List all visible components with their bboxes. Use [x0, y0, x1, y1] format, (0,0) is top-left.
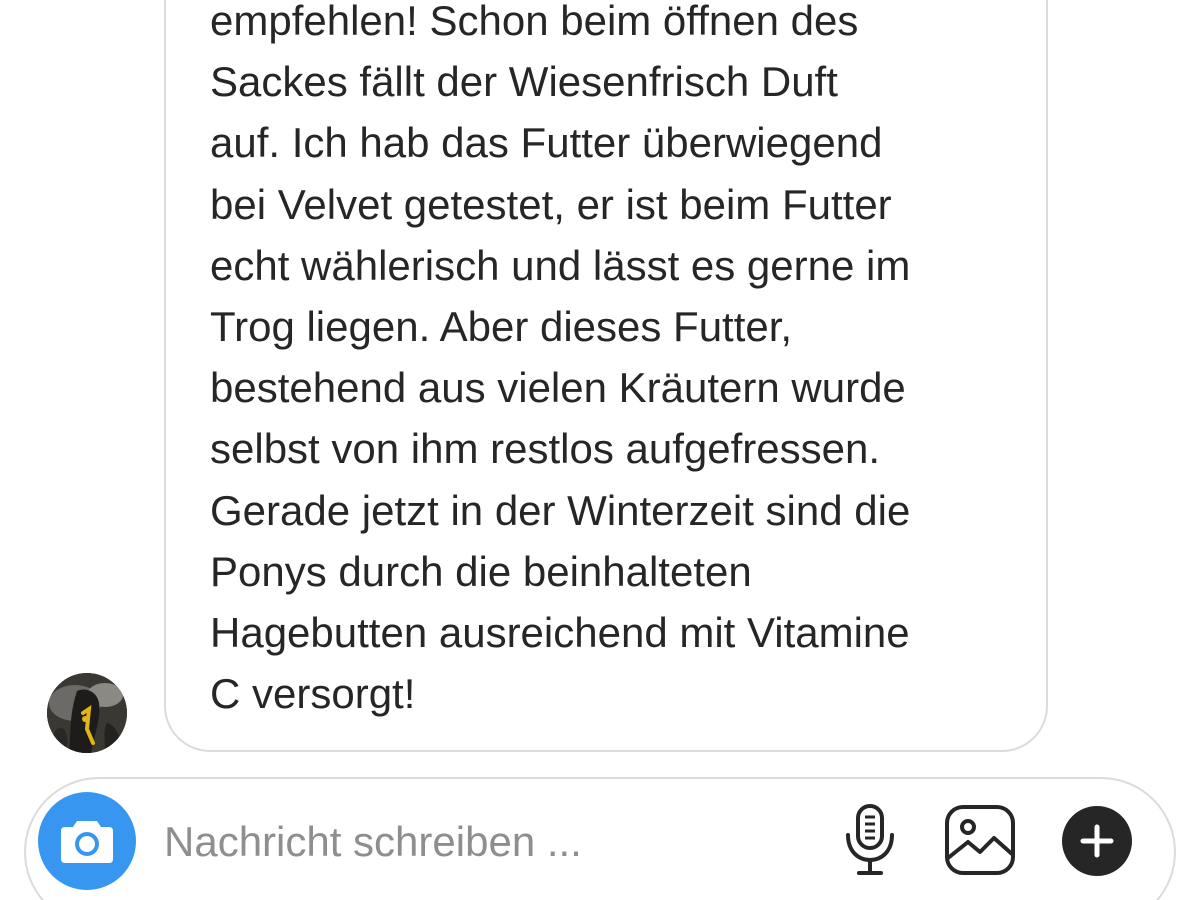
gallery-button[interactable]	[940, 800, 1020, 880]
microphone-button[interactable]	[836, 800, 904, 880]
message-line: echt wählerisch und lässt es gerne im	[210, 241, 911, 289]
message-line: bei Velvet getestet, er ist beim Futter	[210, 180, 892, 228]
message-input[interactable]	[164, 812, 804, 872]
microphone-icon	[846, 804, 894, 875]
message-line: Gerade jetzt in der Winterzeit sind die	[210, 486, 911, 534]
sender-avatar[interactable]	[47, 673, 127, 753]
camera-button[interactable]	[38, 792, 136, 890]
message-line: Sackes fällt der Wiesenfrisch Duft	[210, 58, 838, 106]
add-button[interactable]	[1062, 806, 1132, 876]
message-line: empfehlen! Schon beim öffnen des	[210, 0, 859, 44]
message-line: bestehend aus vielen Kräutern wurde	[210, 364, 906, 412]
camera-icon	[61, 821, 113, 863]
message-line: Trog liegen. Aber dieses Futter,	[210, 303, 793, 351]
gallery-icon	[945, 805, 1015, 875]
message-line: auf. Ich hab das Futter überwiegend	[210, 119, 883, 167]
message-line: C versorgt!	[210, 670, 416, 718]
message-line: Ponys durch die beinhalteten	[210, 547, 752, 595]
avatar-image	[47, 673, 127, 753]
message-text: empfehlen! Schon beim öffnen des Sackes …	[210, 0, 1020, 724]
chat-screen: empfehlen! Schon beim öffnen des Sackes …	[0, 0, 1200, 900]
plus-icon	[1080, 824, 1114, 858]
message-line: selbst von ihm restlos aufgefressen.	[210, 425, 880, 473]
message-line: Hagebutten ausreichend mit Vitamine	[210, 609, 910, 657]
